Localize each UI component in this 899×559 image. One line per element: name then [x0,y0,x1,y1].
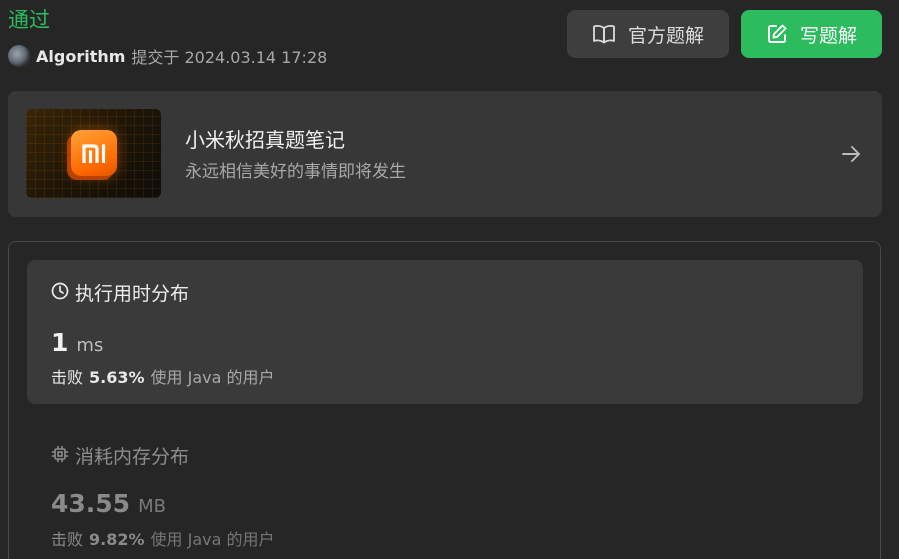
memory-unit: MB [138,496,166,517]
write-solution-button[interactable]: 写题解 [741,10,882,58]
runtime-beats-label: 击败 [51,368,84,387]
runtime-card[interactable]: 执行用时分布 1 ms 击败 5.63% 使用 Java 的用户 [27,260,863,404]
clock-icon [51,281,69,307]
arrow-right-icon[interactable] [840,143,862,169]
performance-panel: 执行用时分布 1 ms 击败 5.63% 使用 Java 的用户 消耗内存分布 … [8,241,881,559]
runtime-beats-percent: 5.63% [89,368,145,387]
promo-subtitle: 永远相信美好的事情即将发生 [185,162,406,182]
chip-icon [51,444,69,470]
promo-title: 小米秋招真题笔记 [185,128,345,152]
runtime-heading: 执行用时分布 [51,281,189,307]
avatar[interactable] [8,45,30,67]
memory-beats-percent: 9.82% [89,530,145,549]
official-solution-label: 官方题解 [627,24,704,47]
official-solution-button[interactable]: 官方题解 [567,10,729,58]
write-solution-label: 写题解 [799,24,857,47]
memory-beats: 击败 9.82% 使用 Java 的用户 [51,526,275,550]
submission-detail: 通过 Algorithm 提交于 2024.03.14 17:28 官方题解 写… [0,0,899,559]
runtime-unit: ms [76,335,104,356]
runtime-heading-label: 执行用时分布 [75,283,190,305]
xiaomi-logo-icon [71,130,117,176]
username[interactable]: Algorithm [36,47,125,66]
memory-beats-text: 使用 Java 的用户 [150,530,275,549]
book-open-icon [592,24,616,44]
promo-card[interactable]: 小米秋招真题笔记 永远相信美好的事情即将发生 [8,91,882,217]
memory-value: 43.55 [51,489,131,518]
submission-status: 通过 [8,8,50,32]
runtime-beats: 击败 5.63% 使用 Java 的用户 [51,364,275,388]
memory-beats-label: 击败 [51,530,84,549]
memory-heading-label: 消耗内存分布 [75,446,190,468]
edit-icon [766,23,788,45]
memory-heading: 消耗内存分布 [51,444,189,470]
runtime-metric: 1 ms [51,328,103,357]
submitted-time: 提交于 2024.03.14 17:28 [131,48,328,67]
memory-card[interactable]: 消耗内存分布 43.55 MB 击败 9.82% 使用 Java 的用户 [27,422,863,559]
memory-metric: 43.55 MB [51,489,166,518]
promo-thumbnail [26,109,161,198]
submitter-info: Algorithm 提交于 2024.03.14 17:28 [8,44,327,68]
runtime-value: 1 [51,328,69,357]
runtime-beats-text: 使用 Java 的用户 [150,368,275,387]
